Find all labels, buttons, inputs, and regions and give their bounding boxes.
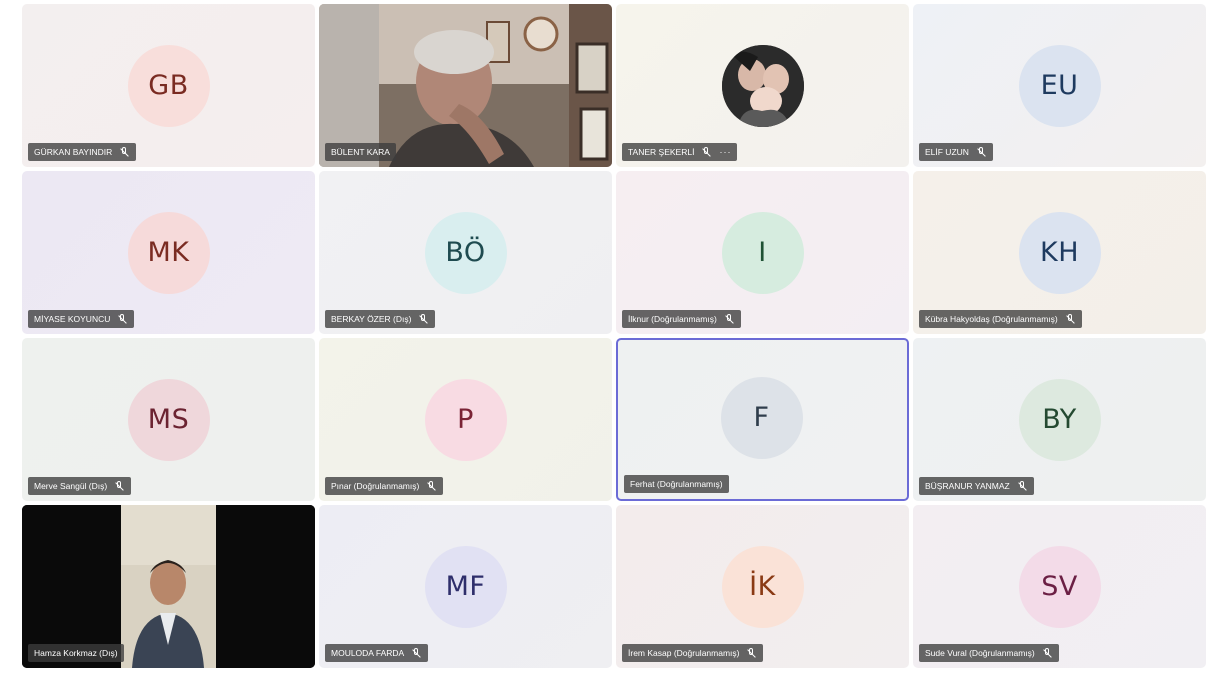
participant-nameplate: BÜLENT KARA: [325, 143, 396, 161]
avatar: MS: [127, 378, 210, 461]
participant-name: MİYASE KOYUNCU: [34, 314, 111, 324]
participant-name: Merve Sangül (Dış): [34, 481, 108, 491]
avatar: MK: [127, 211, 210, 294]
mic-muted-icon: [701, 146, 712, 158]
avatar: BÖ: [424, 211, 507, 294]
participant-nameplate: Sude Vural (Doğrulanmamış): [919, 644, 1059, 662]
participant-name: Kübra Hakyoldaş (Doğrulanmamış): [925, 314, 1058, 324]
mic-muted-icon: [418, 313, 429, 325]
more-options-icon[interactable]: ···: [719, 143, 731, 161]
participant-video-tile[interactable]: Hamza Korkmaz (Dış): [22, 505, 315, 668]
participant-name: ELİF UZUN: [925, 147, 969, 157]
participant-tile[interactable]: GB GÜRKAN BAYINDIR: [22, 4, 315, 167]
participant-tile[interactable]: I İlknur (Doğrulanmamış): [616, 171, 909, 334]
participant-tile[interactable]: MK MİYASE KOYUNCU: [22, 171, 315, 334]
participant-nameplate: GÜRKAN BAYINDIR: [28, 143, 137, 161]
participant-name: Sude Vural (Doğrulanmamış): [925, 648, 1035, 658]
participant-name: İrem Kasap (Doğrulanmamış): [628, 648, 740, 658]
participant-tile[interactable]: İK İrem Kasap (Doğrulanmamış): [616, 505, 909, 668]
mic-muted-icon: [117, 313, 128, 325]
participant-nameplate: BÜŞRANUR YANMAZ: [919, 477, 1034, 495]
avatar: EU: [1018, 44, 1101, 127]
avatar: P: [424, 378, 507, 461]
participant-name: Pınar (Doğrulanmamış): [331, 481, 420, 491]
participant-name: İlknur (Doğrulanmamış): [628, 314, 717, 324]
participant-nameplate: ELİF UZUN: [919, 143, 993, 161]
participant-nameplate: Kübra Hakyoldaş (Doğrulanmamış): [919, 310, 1082, 328]
participant-tile[interactable]: P Pınar (Doğrulanmamış): [319, 338, 612, 501]
mic-muted-icon: [411, 647, 422, 659]
participant-tile[interactable]: EU ELİF UZUN: [913, 4, 1206, 167]
profile-photo: [721, 44, 804, 127]
mic-muted-icon: [724, 313, 735, 325]
avatar: I: [721, 211, 804, 294]
avatar: BY: [1018, 378, 1101, 461]
participant-tile[interactable]: MF MOULODA FARDA: [319, 505, 612, 668]
mic-muted-icon: [114, 480, 125, 492]
participant-nameplate: İlknur (Doğrulanmamış): [622, 310, 741, 328]
participant-name: BÜLENT KARA: [331, 147, 390, 157]
participant-tile[interactable]: SV Sude Vural (Doğrulanmamış): [913, 505, 1206, 668]
participant-name: GÜRKAN BAYINDIR: [34, 147, 113, 157]
participant-tile[interactable]: MS Merve Sangül (Dış): [22, 338, 315, 501]
participant-tile[interactable]: BÖ BERKAY ÖZER (Dış): [319, 171, 612, 334]
participant-nameplate: Pınar (Doğrulanmamış): [325, 477, 444, 495]
participant-name: BÜŞRANUR YANMAZ: [925, 481, 1010, 491]
mic-muted-icon: [426, 480, 437, 492]
participant-name: TANER ŞEKERLİ: [628, 147, 695, 157]
participant-tile[interactable]: TANER ŞEKERLİ ···: [616, 4, 909, 167]
mic-muted-icon: [1017, 480, 1028, 492]
participant-nameplate: MİYASE KOYUNCU: [28, 310, 135, 328]
avatar: İK: [721, 545, 804, 628]
mic-muted-icon: [1042, 647, 1053, 659]
participant-nameplate: Merve Sangül (Dış): [28, 477, 132, 495]
mic-muted-icon: [1065, 313, 1076, 325]
participant-name: MOULODA FARDA: [331, 648, 405, 658]
mic-muted-icon: [119, 146, 130, 158]
avatar: SV: [1018, 545, 1101, 628]
avatar: KH: [1018, 211, 1101, 294]
avatar: GB: [127, 44, 210, 127]
participant-name: Hamza Korkmaz (Dış): [34, 648, 118, 658]
avatar: MF: [424, 545, 507, 628]
participant-nameplate: TANER ŞEKERLİ ···: [622, 143, 738, 161]
active-speaker-tile[interactable]: F Ferhat (Doğrulanmamış): [616, 338, 909, 501]
avatar: F: [720, 376, 803, 459]
participant-nameplate: İrem Kasap (Doğrulanmamış): [622, 644, 764, 662]
mic-muted-icon: [976, 146, 987, 158]
participant-tile[interactable]: BY BÜŞRANUR YANMAZ: [913, 338, 1206, 501]
participant-nameplate: BERKAY ÖZER (Dış): [325, 310, 436, 328]
participant-tile[interactable]: KH Kübra Hakyoldaş (Doğrulanmamış): [913, 171, 1206, 334]
participant-grid: GB GÜRKAN BAYINDIR BÜLENT KARA TANER ŞEK…: [22, 4, 1206, 668]
participant-name: Ferhat (Doğrulanmamış): [630, 479, 723, 489]
participant-name: BERKAY ÖZER (Dış): [331, 314, 412, 324]
mic-muted-icon: [746, 647, 757, 659]
participant-nameplate: Hamza Korkmaz (Dış): [28, 644, 124, 662]
participant-nameplate: Ferhat (Doğrulanmamış): [624, 475, 729, 493]
participant-video-tile[interactable]: BÜLENT KARA: [319, 4, 612, 167]
participant-nameplate: MOULODA FARDA: [325, 644, 429, 662]
